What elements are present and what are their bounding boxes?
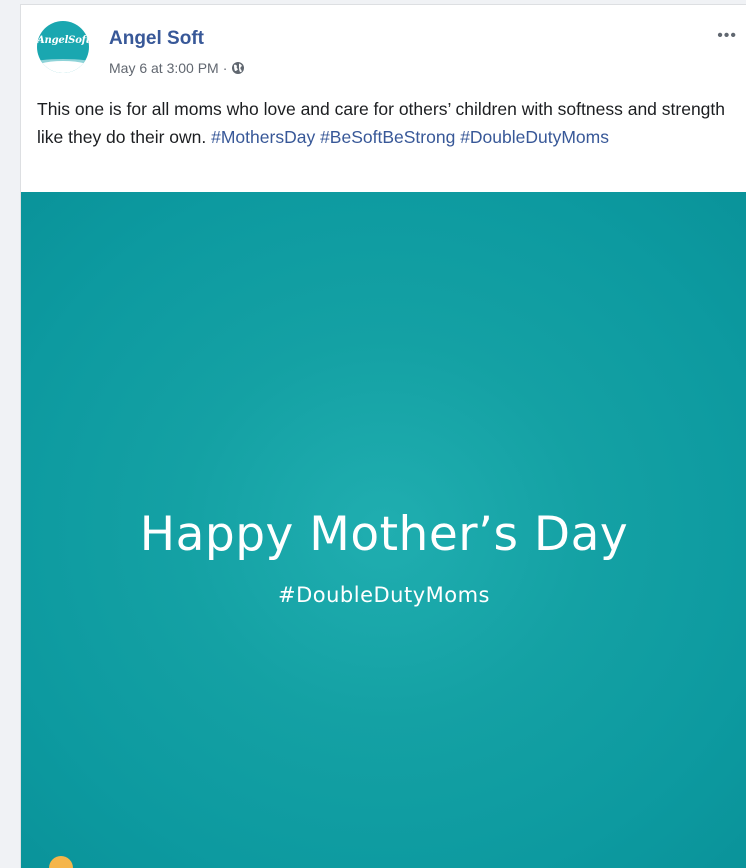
facebook-post: AngelSoft Angel Soft May 6 at 3:00 PM · … (20, 4, 746, 868)
angel-soft-logo: AngelSoft (37, 35, 89, 46)
post-header: AngelSoft Angel Soft May 6 at 3:00 PM · … (21, 5, 746, 85)
image-hashtag: #DoubleDutyMoms (277, 583, 490, 607)
meta-separator: · (222, 60, 228, 76)
hashtag-doubledutymoms[interactable]: #DoubleDutyMoms (460, 127, 609, 147)
hashtag-besoftbestrong[interactable]: #BeSoftBeStrong (320, 127, 455, 147)
post-text: This one is for all moms who love and ca… (37, 95, 737, 151)
page-name-link[interactable]: Angel Soft (109, 28, 204, 50)
avatar-wave (37, 61, 89, 73)
decorative-dot (49, 856, 73, 868)
post-timestamp[interactable]: May 6 at 3:00 PM (109, 60, 219, 76)
hashtag-mothersday[interactable]: #MothersDay (211, 127, 315, 147)
more-options-icon[interactable]: ••• (717, 27, 737, 45)
page-avatar[interactable]: AngelSoft (37, 21, 89, 73)
image-headline: Happy Mother’s Day (139, 507, 629, 562)
post-image[interactable]: Happy Mother’s Day #DoubleDutyMoms (21, 192, 746, 868)
post-meta: May 6 at 3:00 PM · (109, 60, 245, 76)
globe-icon[interactable] (231, 61, 245, 75)
